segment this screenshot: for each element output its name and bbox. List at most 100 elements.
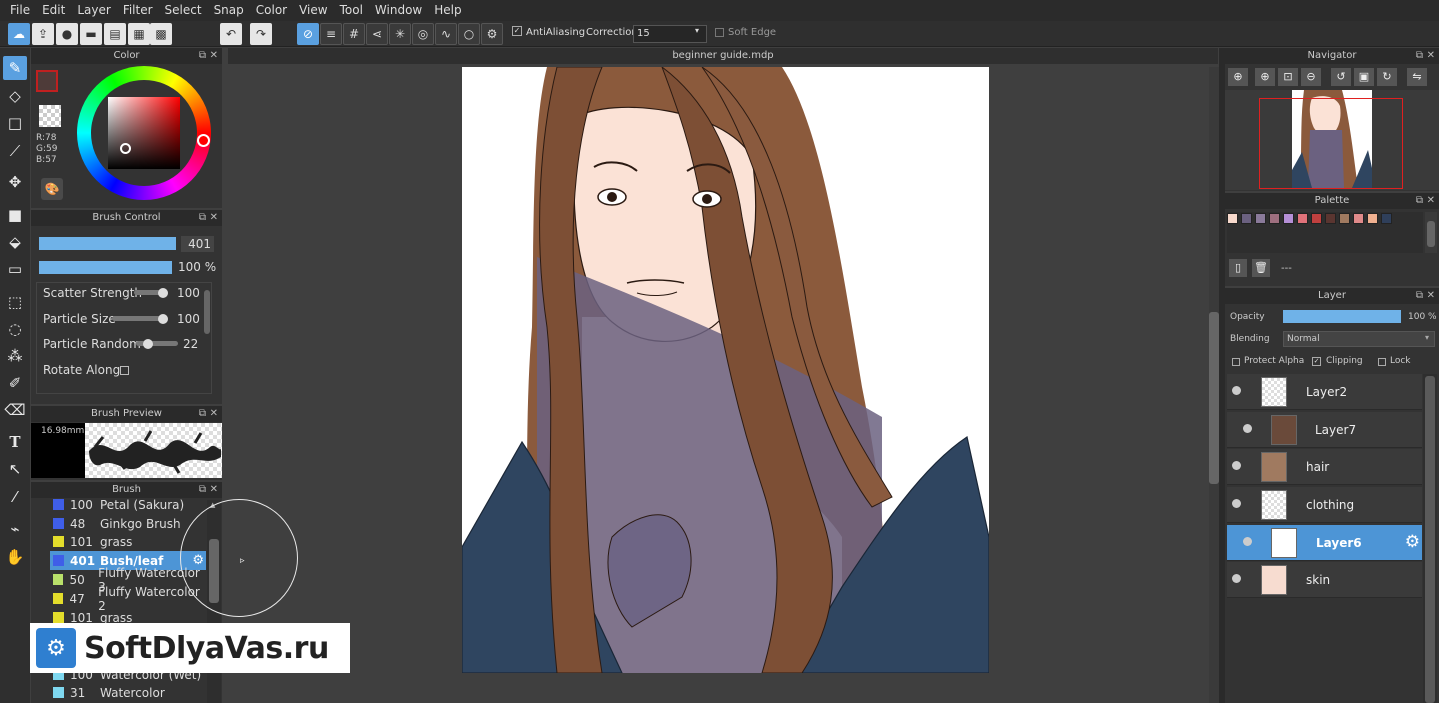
grid-icon[interactable]: ▩ (150, 23, 172, 45)
circle-snap-icon[interactable]: ○ (458, 23, 480, 45)
brush-item[interactable]: 48 Ginkgo Brush (50, 514, 206, 533)
menu-layer[interactable]: Layer (71, 0, 116, 21)
flip-icon[interactable]: ⇋ (1407, 68, 1427, 86)
rotate-right-icon[interactable]: ↻ (1377, 68, 1397, 86)
undo-button[interactable]: ↶ (220, 23, 242, 45)
palette-color-swatch[interactable] (1311, 213, 1322, 224)
eye-icon[interactable] (1243, 424, 1252, 433)
select-rect-icon[interactable]: ⬚ (3, 290, 27, 314)
palette-color-swatch[interactable] (1255, 213, 1266, 224)
curve-snap-icon[interactable]: ∿ (435, 23, 457, 45)
brush-item[interactable]: 47 Fluffy Watercolor 2 (50, 585, 206, 613)
eye-icon[interactable] (1232, 386, 1241, 395)
snap-settings-icon[interactable]: ⚙ (481, 23, 503, 45)
fill-rect-icon[interactable]: ■ (3, 203, 27, 227)
document-icon[interactable]: ▦ (128, 23, 150, 45)
brush-size-value[interactable]: 401 (181, 236, 214, 252)
eye-icon[interactable] (1232, 574, 1241, 583)
palette-icon[interactable]: 🎨 (41, 178, 63, 200)
scatter-strength-knob[interactable] (158, 288, 168, 298)
palette-color-swatch[interactable] (1241, 213, 1252, 224)
menu-filter[interactable]: Filter (117, 0, 159, 21)
menu-tool[interactable]: Tool (334, 0, 369, 21)
eyedropper-icon[interactable]: ⌁ (3, 517, 27, 541)
snap-off-icon[interactable]: ⊘ (297, 23, 319, 45)
soft-edge-checkbox[interactable] (715, 28, 724, 37)
palette-color-swatch[interactable] (1227, 213, 1238, 224)
palette-color-swatch[interactable] (1339, 213, 1350, 224)
layer-row[interactable]: skin (1227, 562, 1422, 598)
zoom-out-icon[interactable]: ⊖ (1301, 68, 1321, 86)
lock-checkbox[interactable] (1378, 358, 1386, 366)
layer-row-selected[interactable]: Layer6 ⚙ (1227, 525, 1422, 561)
blending-select[interactable]: Normal (1283, 331, 1435, 347)
close-icon[interactable]: ✕ (210, 48, 218, 64)
divide-tool-icon[interactable]: ⁄ (3, 485, 27, 509)
particle-size-knob[interactable] (158, 314, 168, 324)
trash-icon[interactable]: 🗑 (1252, 259, 1270, 277)
zoom-in-icon[interactable]: ⊕ (1255, 68, 1275, 86)
brush-opacity-slider[interactable] (39, 261, 172, 274)
layer-row[interactable]: Layer2 (1227, 374, 1422, 410)
concentric-snap-icon[interactable]: ◎ (412, 23, 434, 45)
magic-wand-icon[interactable]: ⁂ (3, 344, 27, 368)
close-icon[interactable]: ✕ (1427, 48, 1435, 64)
palette-color-swatch[interactable] (1353, 213, 1364, 224)
close-icon[interactable]: ✕ (1427, 288, 1435, 304)
palette-color-swatch[interactable] (1381, 213, 1392, 224)
params-scroll-thumb[interactable] (204, 290, 210, 334)
layer-opacity-slider[interactable] (1283, 310, 1401, 323)
page-icon[interactable]: ▤ (104, 23, 126, 45)
redo-button[interactable]: ↷ (250, 23, 272, 45)
zoom-in-icon[interactable]: ⊕ (1228, 68, 1248, 86)
palette-color-swatch[interactable] (1283, 213, 1294, 224)
menu-snap[interactable]: Snap (208, 0, 250, 21)
sv-picker-handle[interactable] (120, 143, 131, 154)
rotate-left-icon[interactable]: ↺ (1331, 68, 1351, 86)
close-icon[interactable]: ✕ (1427, 193, 1435, 209)
layer-scroll-thumb[interactable] (1425, 376, 1435, 703)
cloud-icon[interactable]: ☁ (8, 23, 30, 45)
brush-item[interactable]: 100 Petal (Sakura) (50, 495, 206, 514)
document-tab[interactable]: beginner guide.mdp (228, 48, 1218, 64)
menu-select[interactable]: Select (159, 0, 208, 21)
navigator-viewport-rect[interactable] (1259, 98, 1403, 189)
hand-tool-icon[interactable]: ✋ (3, 545, 27, 569)
layer-row[interactable]: Layer7 (1227, 412, 1422, 448)
move-tool-icon[interactable]: ✥ (3, 170, 27, 194)
palette-color-swatch[interactable] (1297, 213, 1308, 224)
eraser-tool-icon[interactable]: ◇ (3, 84, 27, 108)
eye-icon[interactable] (1232, 461, 1241, 470)
lasso-icon[interactable]: ◌ (3, 317, 27, 341)
float-panel-icon[interactable]: ⧉ (1416, 193, 1423, 209)
hue-picker-handle[interactable] (197, 134, 210, 147)
menu-help[interactable]: Help (428, 0, 467, 21)
float-panel-icon[interactable]: ⧉ (1416, 48, 1423, 64)
menu-color[interactable]: Color (250, 0, 293, 21)
close-icon[interactable]: ✕ (210, 406, 218, 422)
particle-random-knob[interactable] (143, 339, 154, 349)
perspective-snap-icon[interactable]: ⋖ (366, 23, 388, 45)
close-icon[interactable]: ✕ (210, 210, 218, 226)
brush-item[interactable]: 31 Watercolor (50, 683, 206, 702)
close-icon[interactable]: ✕ (210, 482, 218, 498)
float-panel-icon[interactable]: ⧉ (199, 210, 206, 226)
line-brush-icon[interactable]: ⟋ (3, 139, 27, 163)
select-pen-icon[interactable]: ✐ (3, 371, 27, 395)
fit-window-icon[interactable]: ▣ (1354, 68, 1374, 86)
saturation-value-square[interactable] (108, 97, 180, 169)
grid-snap-icon[interactable]: # (343, 23, 365, 45)
text-tool-icon[interactable]: T (3, 430, 27, 454)
eye-icon[interactable] (1243, 537, 1252, 546)
eye-icon[interactable] (1232, 499, 1241, 508)
select-eraser-icon[interactable]: ⌫ (3, 398, 27, 422)
menu-edit[interactable]: Edit (36, 0, 71, 21)
palette-scroll-thumb[interactable] (1427, 221, 1435, 247)
brush-size-slider[interactable] (39, 237, 176, 250)
palette-color-swatch[interactable] (1325, 213, 1336, 224)
float-panel-icon[interactable]: ⧉ (199, 48, 206, 64)
dot-tool-icon[interactable]: □ (3, 111, 27, 135)
bucket-tool-icon[interactable]: ⬙ (3, 230, 27, 254)
layer-row[interactable]: clothing (1227, 487, 1422, 523)
antialiasing-checkbox[interactable]: ✓ (512, 26, 522, 36)
